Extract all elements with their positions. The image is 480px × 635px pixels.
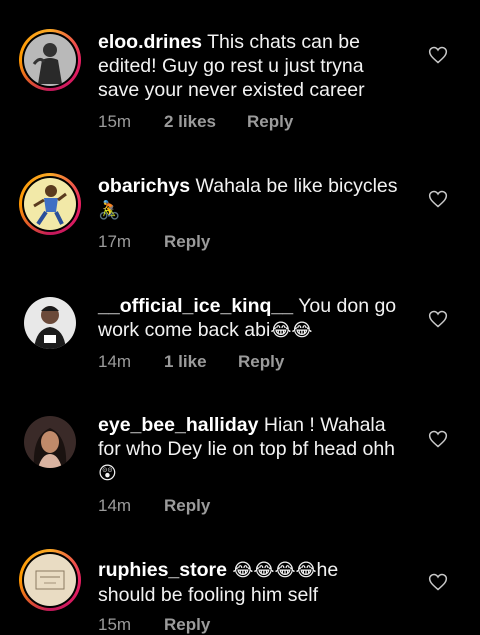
laughing-emoji: 😂😂 [270,320,313,341]
comment-username[interactable]: obarichys [98,175,190,197]
avatar[interactable] [19,173,81,235]
heart-icon[interactable] [428,45,448,65]
comment-likes[interactable]: 1 like [164,352,238,372]
comment-text: __official_ice_kinq__ You don go work co… [98,294,398,343]
comment-likes[interactable]: 2 likes [164,112,247,132]
comment-meta: 14m 1 like Reply [98,352,284,372]
comment-meta: 15m Reply [98,615,210,635]
comment-time: 15m [98,615,132,634]
astonished-emoji: 😲 [98,463,117,484]
laughing-emoji: 😂😂😂😂 [232,560,317,581]
cartoon-avatar-icon [24,178,76,230]
person-silhouette-avatar-icon [24,34,76,86]
comment-username[interactable]: ruphies_store [98,559,227,581]
comment-text: obarichys Wahala be like bicycles 🚴 [98,174,398,223]
comment-time: 14m [98,352,132,371]
reply-button[interactable]: Reply [238,352,284,372]
avatar[interactable] [19,29,81,91]
comment-time: 15m [98,112,132,131]
comment-meta: 17m Reply [98,232,210,252]
heart-icon[interactable] [428,189,448,209]
heart-icon[interactable] [428,572,448,592]
reply-button[interactable]: Reply [247,112,293,132]
avatar[interactable] [19,292,81,354]
comment-username[interactable]: eye_bee_halliday [98,414,258,436]
avatar[interactable] [19,411,81,473]
comment-body: Wahala be like bicycles [195,175,398,197]
reply-button[interactable]: Reply [164,496,210,516]
reply-button[interactable]: Reply [164,615,210,635]
avatar[interactable] [19,549,81,611]
heart-icon[interactable] [428,309,448,329]
heart-icon[interactable] [428,429,448,449]
store-logo-avatar-icon [24,554,76,606]
comment-time: 17m [98,232,132,251]
comment-text: ruphies_store 😂😂😂😂he should be fooling h… [98,558,398,607]
person-avatar-icon [24,297,76,349]
comment-meta: 14m Reply [98,496,210,516]
comment-text: eloo.drines This chats can be edited! Gu… [98,30,398,102]
comment-username[interactable]: eloo.drines [98,31,202,53]
bicycle-emoji: 🚴 [98,200,121,221]
reply-button[interactable]: Reply [164,232,210,252]
person-avatar-icon [24,416,76,468]
comment-meta: 15m 2 likes Reply [98,112,293,132]
comment-text: eye_bee_halliday Hian ! Wahala for who D… [98,413,398,486]
comment-time: 14m [98,496,132,515]
comment-username[interactable]: __official_ice_kinq__ [98,295,293,317]
